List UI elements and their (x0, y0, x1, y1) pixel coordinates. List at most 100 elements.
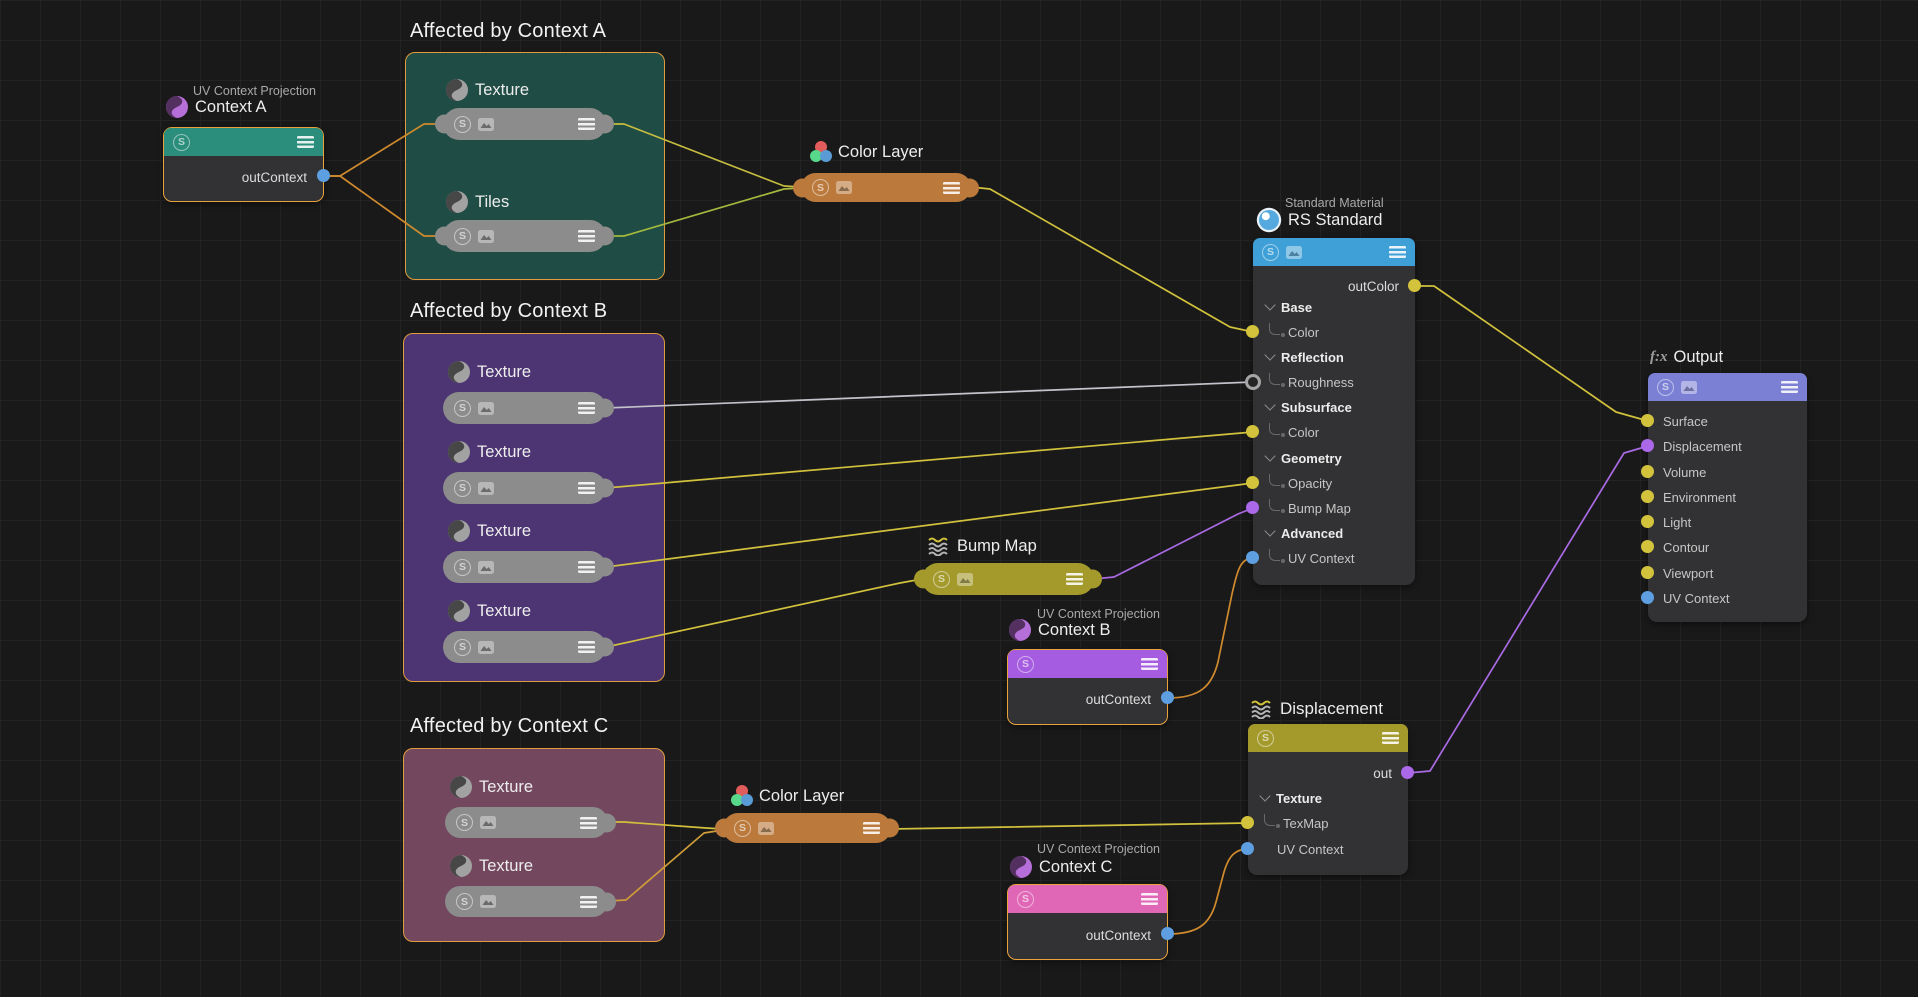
node-tiles[interactable]: S (443, 220, 606, 252)
node-output[interactable]: S Surface Displacement Volume Environmen… (1648, 373, 1807, 622)
wire-color-layer-1-to-rs-base-color[interactable] (971, 187, 1253, 332)
node-texture-b4[interactable]: S (443, 631, 606, 663)
displacement-uv-context-port[interactable] (1241, 842, 1254, 855)
rs-section-reflection[interactable]: Reflection (1253, 347, 1415, 367)
context-b-outcontext-port[interactable] (1161, 691, 1174, 704)
output-viewport-port[interactable] (1641, 566, 1654, 579)
wire-context-b-to-rs-uv-context[interactable] (1168, 558, 1253, 698)
rs-standard-header[interactable]: S (1253, 238, 1415, 266)
menu-icon[interactable] (863, 822, 880, 834)
menu-icon[interactable] (578, 641, 595, 653)
wire-texture-a1-to-color-layer-1[interactable] (606, 124, 801, 187)
displacement-section-texture[interactable]: Texture (1248, 788, 1408, 808)
node-color-layer-2[interactable]: S (723, 813, 891, 843)
node-texture-a1[interactable]: S (443, 108, 606, 140)
menu-icon[interactable] (297, 136, 314, 148)
wire-context-a-to-tiles[interactable] (324, 176, 443, 236)
rs-outcolor-port[interactable] (1408, 279, 1421, 292)
wire-context-a-to-texture[interactable] (324, 124, 443, 176)
node-context-b[interactable]: S outContext (1007, 649, 1168, 725)
menu-icon[interactable] (1141, 893, 1158, 905)
output-volume-port[interactable] (1641, 465, 1654, 478)
context-c-type-label: UV Context Projection (1037, 842, 1160, 856)
rs-uv-context-port[interactable] (1246, 551, 1259, 564)
texture-b3-title: Texture (477, 522, 531, 541)
node-texture-b2[interactable]: S (443, 472, 606, 504)
menu-icon[interactable] (1066, 573, 1083, 585)
context-c-outcontext-port[interactable] (1161, 927, 1174, 940)
context-a-outcontext-port[interactable] (317, 169, 330, 182)
menu-icon[interactable] (580, 896, 597, 908)
output-environment-port[interactable] (1641, 490, 1654, 503)
node-texture-b3[interactable]: S (443, 551, 606, 583)
node-context-a[interactable]: S outContext (163, 127, 324, 202)
image-icon (836, 181, 852, 194)
rs-section-advanced[interactable]: Advanced (1253, 523, 1415, 543)
output-row-contour: Contour (1648, 537, 1807, 557)
displacement-header[interactable]: S (1248, 724, 1408, 752)
image-icon (480, 816, 496, 829)
chevron-down-icon (1264, 525, 1275, 536)
wire-bump-map-to-rs-bump-map[interactable] (1094, 508, 1253, 579)
rs-section-subsurface[interactable]: Subsurface (1253, 397, 1415, 417)
rs-section-base[interactable]: Base (1253, 297, 1415, 317)
wire-displacement-out-to-output-displacement[interactable] (1408, 446, 1648, 773)
wire-rs-outcolor-to-output-surface[interactable] (1415, 286, 1648, 421)
wire-color-layer-2-to-displacement-texmap[interactable] (891, 823, 1248, 829)
node-bump-map[interactable]: S (922, 563, 1094, 595)
wire-texture-c1-to-color-layer-2[interactable] (606, 822, 723, 829)
wire-context-c-to-displacement-uv-context[interactable] (1168, 849, 1248, 934)
menu-icon[interactable] (1141, 658, 1158, 670)
node-texture-c1[interactable]: S (445, 807, 608, 838)
menu-icon[interactable] (1382, 732, 1399, 744)
output-row-uv-context: UV Context (1648, 588, 1807, 608)
displacement-out-label: out (1373, 763, 1392, 783)
node-color-layer-1[interactable]: S (801, 173, 971, 202)
rs-section-geometry[interactable]: Geometry (1253, 448, 1415, 468)
node-rs-standard[interactable]: S outColor Base Color Reflection Roughne… (1253, 238, 1415, 585)
output-contour-port[interactable] (1641, 540, 1654, 553)
rs-base-color-port[interactable] (1246, 325, 1259, 338)
texture-a1-title: Texture (475, 81, 529, 100)
node-texture-b1[interactable]: S (443, 392, 606, 424)
context-c-outcontext-label: outContext (1086, 925, 1151, 945)
rs-bump-map-port[interactable] (1246, 501, 1259, 514)
texture-c2-title-row: Texture (449, 854, 533, 878)
rs-subsurface-color-port[interactable] (1246, 425, 1259, 438)
menu-icon[interactable] (1781, 381, 1798, 393)
wire-tiles-to-color-layer-1[interactable] (606, 188, 801, 236)
context-a-title-row: Context A (165, 95, 267, 119)
output-title: Output (1674, 348, 1724, 367)
group-c-title: Affected by Context C (410, 715, 608, 738)
node-graph-canvas[interactable]: Affected by Context A Affected by Contex… (0, 0, 1918, 997)
displacement-texmap-port[interactable] (1241, 816, 1254, 829)
menu-icon[interactable] (578, 561, 595, 573)
node-context-c[interactable]: S outContext (1007, 884, 1168, 960)
output-header[interactable]: S (1648, 373, 1807, 401)
image-icon (478, 118, 494, 131)
node-texture-c2[interactable]: S (445, 886, 608, 917)
context-c-header[interactable]: S (1008, 885, 1167, 913)
output-uv-context-port[interactable] (1641, 591, 1654, 604)
rs-roughness-port[interactable] (1245, 374, 1261, 390)
menu-icon[interactable] (578, 482, 595, 494)
rs-opacity-port[interactable] (1246, 476, 1259, 489)
output-displacement-port[interactable] (1641, 439, 1654, 452)
output-light-port[interactable] (1641, 515, 1654, 528)
displacement-out-port[interactable] (1401, 766, 1414, 779)
menu-icon[interactable] (580, 817, 597, 829)
wire-texture-b1-to-rs-roughness[interactable] (606, 382, 1253, 408)
wire-texture-b2-to-rs-subsurface-color[interactable] (606, 432, 1253, 488)
node-displacement[interactable]: S out Texture TexMap UV Context (1248, 724, 1408, 875)
displacement-row-uv-context: UV Context (1248, 839, 1408, 859)
output-surface-port[interactable] (1641, 414, 1654, 427)
menu-icon[interactable] (578, 118, 595, 130)
menu-icon[interactable] (943, 182, 960, 194)
menu-icon[interactable] (578, 402, 595, 414)
context-b-header[interactable]: S (1008, 650, 1167, 678)
wire-texture-b4-to-bump-map[interactable] (606, 579, 922, 647)
menu-icon[interactable] (1389, 246, 1406, 258)
wire-texture-c2-to-color-layer-2[interactable] (608, 830, 723, 901)
context-a-header[interactable]: S (164, 128, 323, 156)
menu-icon[interactable] (578, 230, 595, 242)
